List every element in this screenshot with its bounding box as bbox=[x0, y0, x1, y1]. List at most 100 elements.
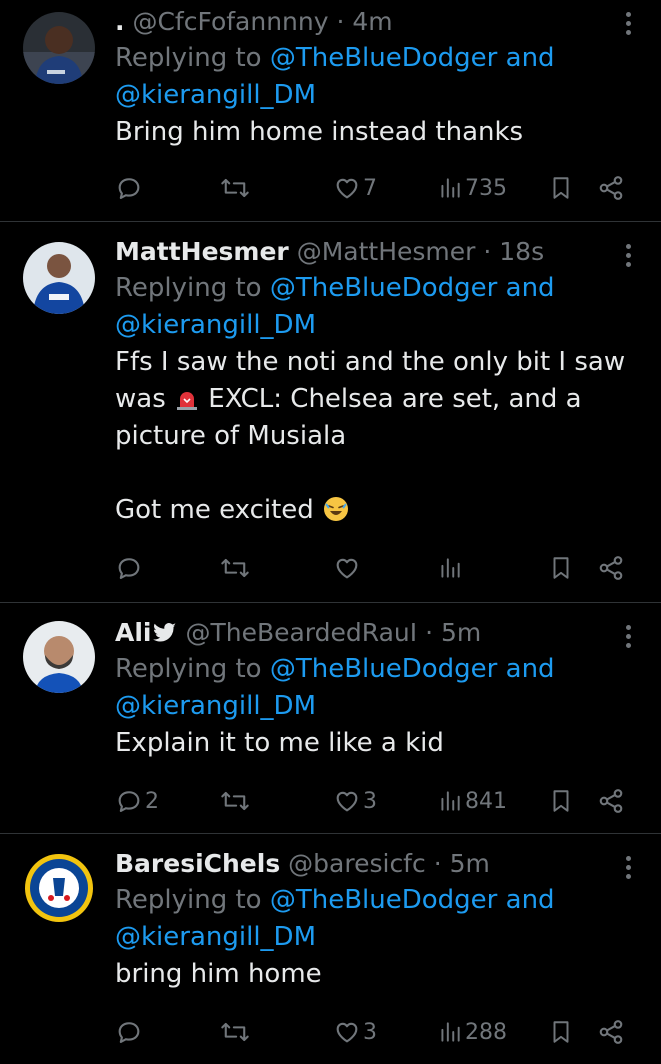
action-bar: 3 288 bbox=[115, 1012, 635, 1052]
share-button[interactable] bbox=[597, 781, 625, 821]
tweet-text-line: Ffs I saw the noti and the only bit I sa… bbox=[115, 347, 626, 377]
like-count: 7 bbox=[363, 175, 377, 201]
like-icon bbox=[336, 1022, 358, 1043]
replying-to: Replying to @TheBlueDodger and @kierangi… bbox=[115, 882, 641, 956]
avatar[interactable] bbox=[23, 12, 95, 84]
views-button[interactable]: 735 bbox=[437, 168, 507, 208]
more-icon[interactable] bbox=[623, 12, 633, 42]
retweet-button[interactable] bbox=[220, 168, 252, 208]
tweet-text: Explain it to me like a kid bbox=[115, 728, 444, 758]
tweet-text: Bring him home instead thanks bbox=[115, 117, 524, 147]
like-count: 3 bbox=[363, 1019, 377, 1045]
bookmark-icon bbox=[553, 177, 569, 199]
share-button[interactable] bbox=[597, 548, 625, 588]
more-icon[interactable] bbox=[623, 625, 633, 655]
like-button[interactable]: 3 bbox=[333, 781, 377, 821]
tweet-matthesmer[interactable]: MattHesmer @MattHesmer · 18s Replying to… bbox=[0, 222, 661, 603]
display-name[interactable]: MattHesmer bbox=[115, 237, 289, 266]
like-icon bbox=[336, 791, 358, 812]
separator-dot: · bbox=[336, 7, 345, 36]
retweet-icon bbox=[221, 178, 249, 198]
tweet-header: Ali @TheBeardedRauI · 5m bbox=[115, 615, 641, 651]
replying-and[interactable]: and bbox=[506, 273, 555, 303]
siren-emoji bbox=[177, 392, 198, 410]
tweet-text-segment: Got me excited bbox=[115, 495, 314, 525]
timestamp[interactable]: 5m bbox=[450, 849, 490, 878]
display-name[interactable]: BaresiChels bbox=[115, 849, 280, 878]
reply-count: 2 bbox=[145, 788, 159, 814]
more-icon[interactable] bbox=[623, 856, 633, 886]
tweet-cfcfofannnny[interactable]: . @CfcFofannnny · 4m Replying to @TheBlu… bbox=[0, 0, 661, 222]
views-count: 735 bbox=[465, 175, 507, 201]
like-button[interactable] bbox=[333, 548, 363, 588]
reply-button[interactable] bbox=[115, 1012, 145, 1052]
reply-icon bbox=[118, 178, 140, 199]
share-button[interactable] bbox=[597, 168, 625, 208]
user-handle[interactable]: @TheBeardedRauI bbox=[185, 618, 417, 647]
like-button[interactable]: 7 bbox=[333, 168, 377, 208]
replying-and[interactable]: and bbox=[506, 654, 555, 684]
avatar[interactable] bbox=[23, 242, 95, 314]
mention-link[interactable]: @TheBlueDodger bbox=[270, 273, 498, 303]
mention-link[interactable]: @kierangill_DM bbox=[115, 922, 316, 952]
bookmark-button[interactable] bbox=[548, 1012, 574, 1052]
user-handle[interactable]: @CfcFofannnny bbox=[132, 7, 328, 36]
timestamp[interactable]: 18s bbox=[499, 237, 544, 266]
share-icon bbox=[599, 556, 623, 580]
like-button[interactable]: 3 bbox=[333, 1012, 377, 1052]
avatar[interactable] bbox=[23, 621, 95, 693]
replying-and[interactable]: and bbox=[506, 43, 555, 73]
mention-link[interactable]: @kierangill_DM bbox=[115, 310, 316, 340]
tweet-baresicfc[interactable]: BaresiChels @baresicfc · 5m Replying to … bbox=[0, 834, 661, 1064]
retweet-button[interactable] bbox=[220, 1012, 252, 1052]
display-name[interactable]: . bbox=[115, 7, 125, 36]
more-icon[interactable] bbox=[623, 244, 633, 274]
reply-icon bbox=[118, 791, 140, 812]
laughing-emoji bbox=[324, 497, 349, 521]
user-handle[interactable]: @MattHesmer bbox=[297, 237, 476, 266]
tweet-text: bring him home bbox=[115, 959, 322, 989]
timestamp[interactable]: 5m bbox=[441, 618, 481, 647]
action-bar: 7 735 bbox=[115, 168, 635, 208]
display-name[interactable]: Ali bbox=[115, 618, 152, 647]
reply-button[interactable] bbox=[115, 548, 145, 588]
timestamp[interactable]: 4m bbox=[352, 7, 392, 36]
tweet-header: BaresiChels @baresicfc · 5m bbox=[115, 846, 641, 882]
reply-button[interactable]: 2 bbox=[115, 781, 159, 821]
retweet-icon bbox=[221, 558, 249, 578]
views-button[interactable] bbox=[437, 548, 465, 588]
share-icon bbox=[599, 789, 623, 813]
like-count: 3 bbox=[363, 788, 377, 814]
separator-dot: · bbox=[483, 237, 492, 266]
bookmark-button[interactable] bbox=[548, 548, 574, 588]
replying-and[interactable]: and bbox=[506, 885, 555, 915]
views-icon bbox=[441, 178, 460, 198]
reply-button[interactable] bbox=[115, 168, 145, 208]
retweet-button[interactable] bbox=[220, 548, 252, 588]
mention-link[interactable]: @kierangill_DM bbox=[115, 691, 316, 721]
views-button[interactable]: 288 bbox=[437, 1012, 507, 1052]
replying-prefix: Replying to bbox=[115, 273, 262, 303]
bookmark-icon bbox=[553, 790, 569, 812]
mention-link[interactable]: @TheBlueDodger bbox=[270, 43, 498, 73]
retweet-icon bbox=[221, 1022, 249, 1042]
tweet-thebeardedraul[interactable]: Ali @TheBeardedRauI · 5m Replying to @Th… bbox=[0, 603, 661, 834]
bookmark-button[interactable] bbox=[548, 781, 574, 821]
replying-prefix: Replying to bbox=[115, 654, 262, 684]
reply-icon bbox=[118, 558, 140, 579]
mention-link[interactable]: @TheBlueDodger bbox=[270, 885, 498, 915]
mention-link[interactable]: @kierangill_DM bbox=[115, 80, 316, 110]
share-button[interactable] bbox=[597, 1012, 625, 1052]
reply-feed: . @CfcFofannnny · 4m Replying to @TheBlu… bbox=[0, 0, 661, 1064]
retweet-button[interactable] bbox=[220, 781, 252, 821]
user-handle[interactable]: @baresicfc bbox=[288, 849, 426, 878]
tweet-text-segment: EXCL: Chelsea are set, and a bbox=[208, 384, 582, 414]
bookmark-button[interactable] bbox=[548, 168, 574, 208]
views-icon bbox=[441, 791, 460, 811]
tweet-text: Ffs I saw the noti and the only bit I sa… bbox=[115, 344, 641, 529]
views-icon bbox=[441, 1022, 460, 1042]
views-button[interactable]: 841 bbox=[437, 781, 507, 821]
mention-link[interactable]: @TheBlueDodger bbox=[270, 654, 498, 684]
bookmark-icon bbox=[553, 1021, 569, 1043]
avatar[interactable] bbox=[23, 852, 95, 924]
